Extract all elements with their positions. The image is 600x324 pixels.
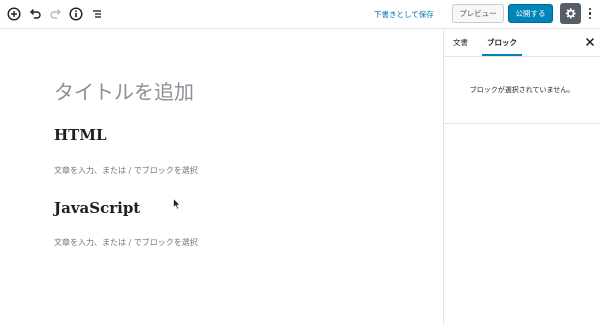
sidebar-tabs: 文書 ブロック <box>444 29 600 57</box>
mouse-cursor-icon <box>173 198 181 210</box>
redo-icon[interactable] <box>47 5 65 23</box>
info-icon[interactable] <box>67 5 85 23</box>
save-draft-button[interactable]: 下書きとして保存 <box>374 8 444 22</box>
tab-document[interactable]: 文書 <box>453 29 473 56</box>
heading-block[interactable]: HTML <box>54 126 107 144</box>
paragraph-block[interactable]: 文章を入力、または / でブロックを選択 <box>54 165 198 176</box>
no-block-selected-message: ブロックが選択されていません。 <box>444 57 600 124</box>
settings-sidebar: 文書 ブロック ブロックが選択されていません。 <box>443 29 600 324</box>
editor-canvas: タイトルを追加 HTML 文章を入力、または / でブロックを選択 JavaSc… <box>0 29 443 324</box>
undo-icon[interactable] <box>26 5 44 23</box>
preview-button[interactable]: プレビュー <box>452 4 504 23</box>
add-block-icon[interactable] <box>5 5 23 23</box>
gear-icon <box>565 8 576 19</box>
more-vertical-icon[interactable] <box>585 4 595 23</box>
tab-block[interactable]: ブロック <box>482 29 522 56</box>
outline-icon[interactable] <box>88 5 106 23</box>
paragraph-block[interactable]: 文章を入力、または / でブロックを選択 <box>54 237 198 248</box>
close-icon[interactable] <box>585 37 595 47</box>
post-title-input[interactable]: タイトルを追加 <box>54 76 194 105</box>
publish-button[interactable]: 公開する <box>508 4 553 23</box>
editor-toolbar: 下書きとして保存 プレビュー 公開する <box>0 0 600 29</box>
block-editor-app: 下書きとして保存 プレビュー 公開する タイトルを追加 HTML 文章を入力、ま… <box>0 0 600 324</box>
heading-block[interactable]: JavaScript <box>54 199 140 217</box>
settings-button[interactable] <box>560 3 581 24</box>
